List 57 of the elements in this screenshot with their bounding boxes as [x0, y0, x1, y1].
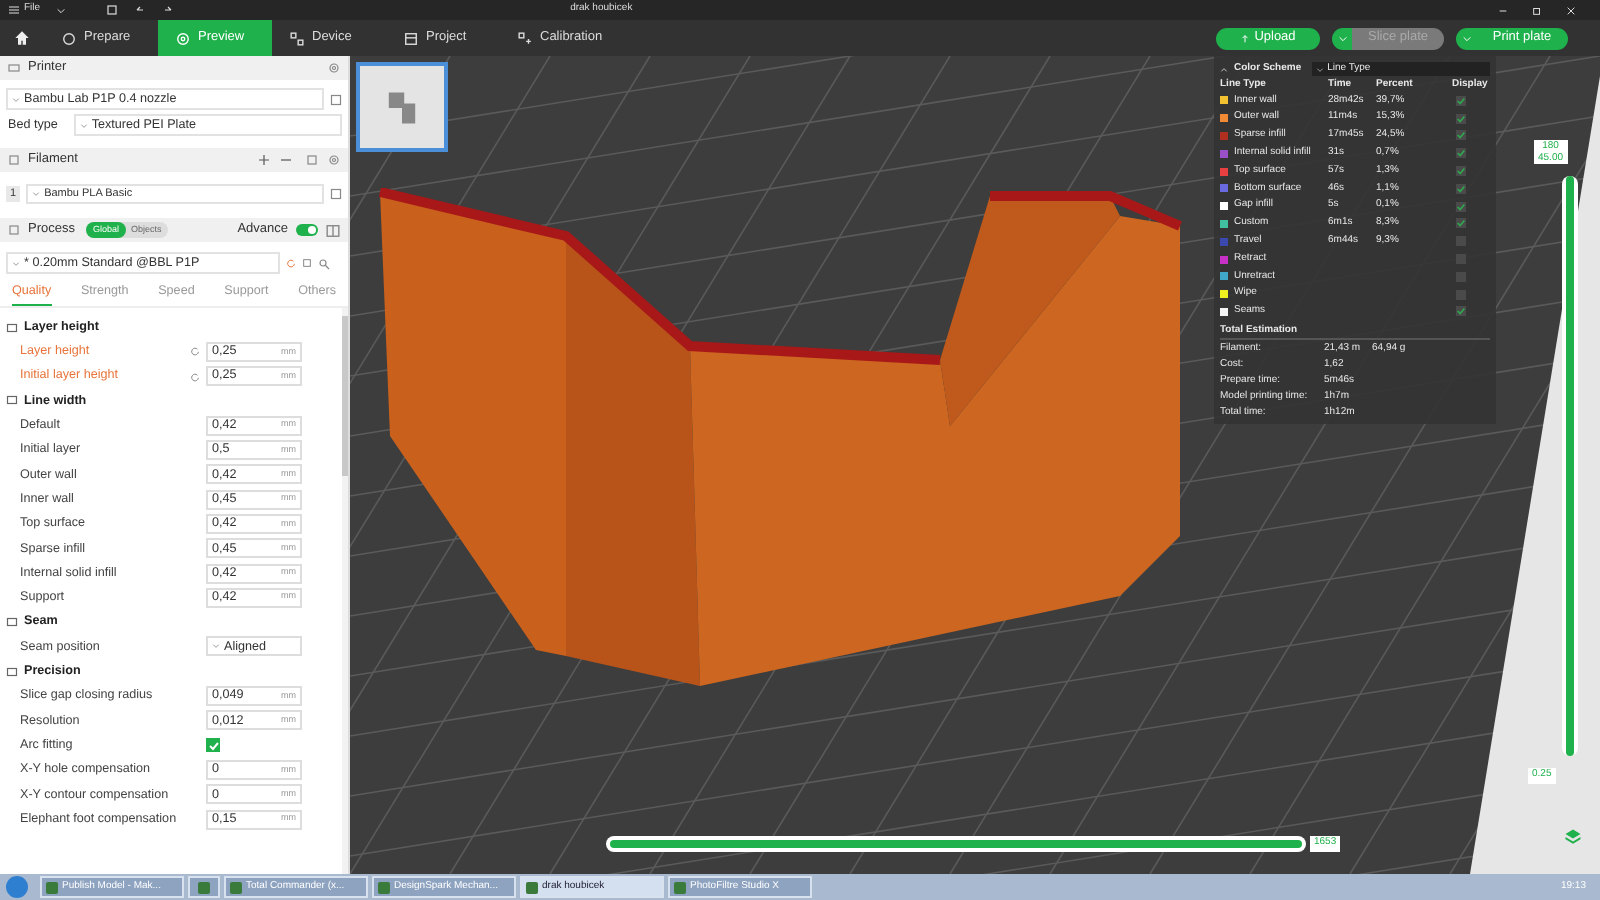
- add-icon[interactable]: [258, 154, 270, 166]
- group-icon: [6, 665, 18, 678]
- eye-icon: [176, 31, 190, 45]
- reset-icon[interactable]: [190, 371, 200, 382]
- settings-icon[interactable]: [328, 154, 340, 166]
- chevron-down-icon: [12, 259, 20, 267]
- display-checkbox[interactable]: [1456, 166, 1466, 177]
- remove-icon[interactable]: [280, 154, 292, 166]
- start-button[interactable]: [6, 876, 28, 898]
- reset-icon[interactable]: [286, 258, 296, 268]
- app-icon: [674, 881, 686, 893]
- calibration-icon: [518, 31, 532, 45]
- chevron-down-icon: [1461, 33, 1471, 43]
- restore-icon[interactable]: [1532, 5, 1542, 15]
- settings-icon[interactable]: [328, 62, 340, 74]
- display-checkbox[interactable]: [1456, 201, 1466, 212]
- chevron-down-icon: [32, 190, 41, 198]
- collapse-icon[interactable]: [1220, 65, 1228, 73]
- display-checkbox[interactable]: [1456, 306, 1466, 317]
- app-icon: [378, 881, 390, 893]
- group-icon: [6, 616, 18, 629]
- redo-icon[interactable]: [162, 4, 175, 16]
- display-checkbox[interactable]: [1456, 113, 1466, 124]
- project-icon: [404, 31, 418, 45]
- chevron-down-icon: [12, 95, 20, 103]
- search-icon[interactable]: [318, 257, 330, 269]
- checkbox[interactable]: [206, 738, 220, 753]
- display-checkbox[interactable]: [1456, 218, 1466, 229]
- display-checkbox[interactable]: [1456, 95, 1466, 106]
- advanced-switch[interactable]: [296, 224, 318, 236]
- layer-slider-fill[interactable]: [1566, 176, 1574, 756]
- display-checkbox[interactable]: [1456, 183, 1466, 194]
- chevron-down-icon[interactable]: [56, 5, 67, 15]
- dropdown-button[interactable]: [1456, 27, 1476, 49]
- plate-thumbnail[interactable]: [356, 62, 448, 152]
- close-icon[interactable]: [1566, 5, 1576, 15]
- home-icon[interactable]: [14, 30, 30, 46]
- display-checkbox[interactable]: [1456, 148, 1466, 159]
- minimize-icon[interactable]: [1498, 5, 1508, 15]
- layers-icon[interactable]: [1564, 828, 1582, 846]
- menu-icon: [8, 4, 20, 16]
- group-icon: [6, 321, 18, 334]
- group-icon: [6, 394, 18, 407]
- undo-icon[interactable]: [134, 4, 147, 16]
- chevron-down-icon: [1337, 33, 1347, 43]
- chevron-down-icon: [79, 121, 88, 129]
- app-icon: [526, 881, 538, 893]
- upload-icon: [1240, 33, 1251, 43]
- app-icon: [46, 881, 58, 893]
- app-icon: [198, 881, 210, 893]
- compare-icon[interactable]: [326, 223, 340, 237]
- reset-icon[interactable]: [190, 346, 200, 357]
- display-checkbox[interactable]: [1456, 130, 1466, 141]
- dropdown-button[interactable]: [1332, 27, 1352, 49]
- move-slider-fill[interactable]: [610, 840, 1302, 848]
- app-icon: [230, 881, 242, 893]
- taskbar-item[interactable]: [188, 876, 220, 898]
